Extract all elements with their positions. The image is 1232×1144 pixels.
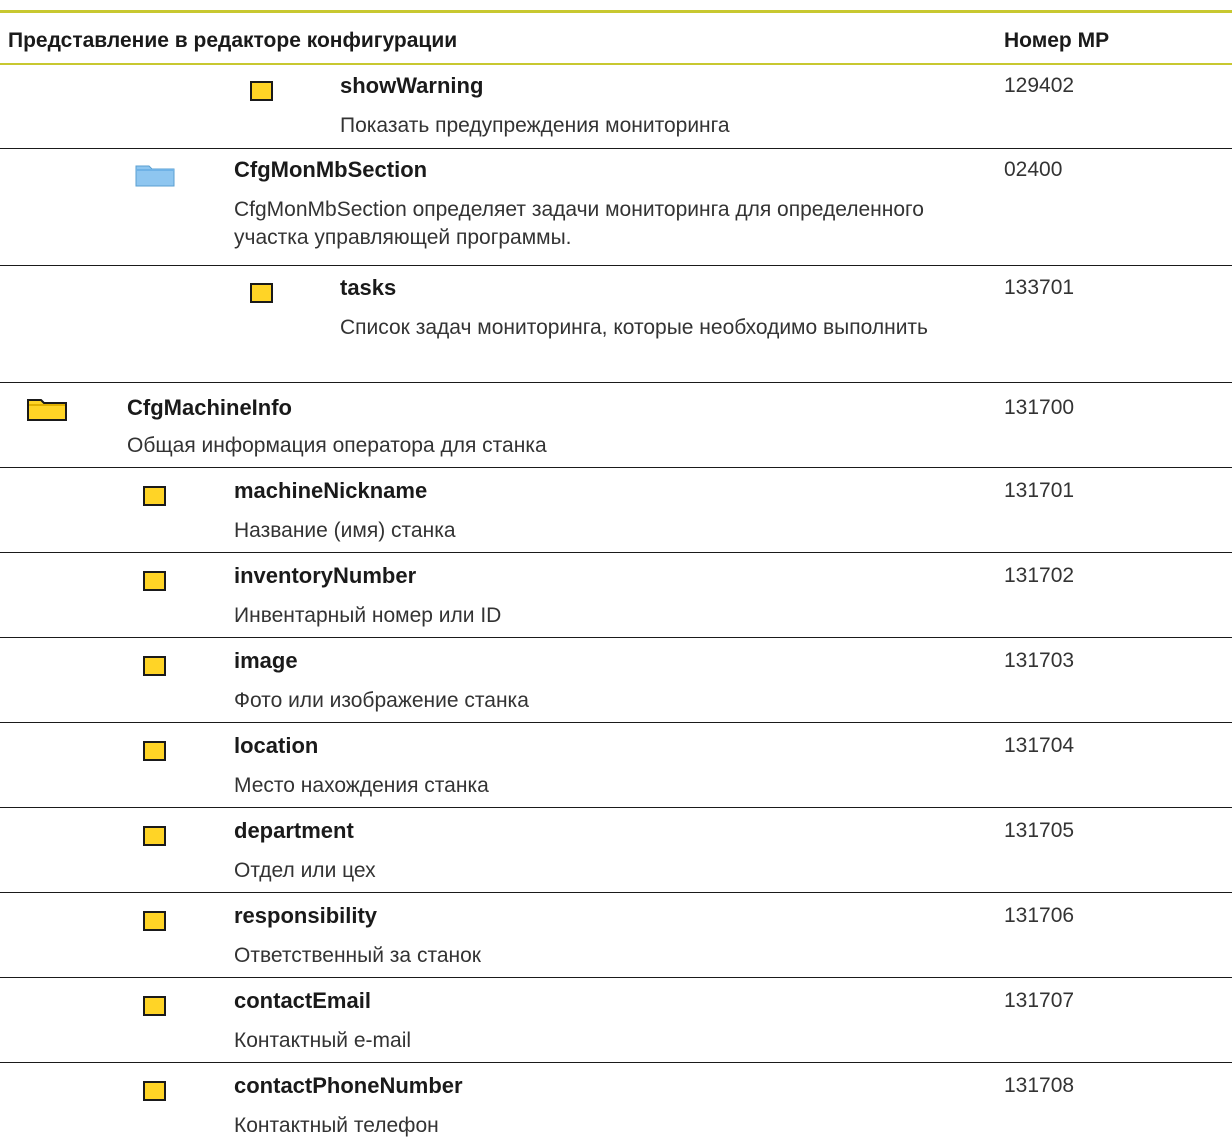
table-row: department Отдел или цех 131705 — [0, 808, 1232, 893]
column-header-view: Представление в редакторе конфигурации — [8, 29, 458, 52]
parameter-description: Контактный e-mail — [234, 1029, 412, 1052]
mp-number: 131703 — [1004, 649, 1075, 672]
parameter-icon — [143, 911, 166, 931]
table-row: inventoryNumber Инвентарный номер или ID… — [0, 553, 1232, 638]
table-header: Представление в редакторе конфигурации Н… — [0, 13, 1232, 63]
parameter-icon — [250, 81, 273, 101]
parameter-name: image — [234, 648, 298, 673]
parameter-name: contactPhoneNumber — [234, 1073, 463, 1098]
parameter-name: inventoryNumber — [234, 563, 417, 588]
parameter-icon — [143, 826, 166, 846]
parameter-icon — [143, 741, 166, 761]
table-row: machineNickname Название (имя) станка 13… — [0, 468, 1232, 553]
folder-icon — [135, 165, 175, 187]
mp-number: 131707 — [1004, 989, 1075, 1012]
mp-number: 131702 — [1004, 564, 1075, 587]
parameter-description: Контактный телефон — [234, 1114, 439, 1137]
mp-number: 131701 — [1004, 479, 1075, 502]
parameter-icon — [143, 571, 166, 591]
parameter-name: machineNickname — [234, 478, 428, 503]
section-name: CfgMonMbSection — [234, 157, 428, 182]
folder-icon — [27, 399, 67, 421]
parameter-icon — [143, 1081, 166, 1101]
parameter-icon — [143, 996, 166, 1016]
parameter-name: contactEmail — [234, 988, 371, 1013]
mp-number: 131700 — [1004, 396, 1075, 419]
section-name: CfgMachineInfo — [127, 395, 292, 420]
mp-number: 131705 — [1004, 819, 1075, 842]
table-row: tasks Список задач мониторинга, которые … — [0, 266, 1232, 383]
mp-number: 131704 — [1004, 734, 1075, 757]
parameter-description: Название (имя) станка — [234, 519, 456, 542]
mp-number: 129402 — [1004, 74, 1075, 97]
table-row: image Фото или изображение станка 131703 — [0, 638, 1232, 723]
parameter-description: Список задач мониторинга, которые необхо… — [340, 316, 928, 339]
table-row: CfgMonMbSection CfgMonMbSection определя… — [0, 149, 1232, 266]
table-row: CfgMachineInfo Общая информация оператор… — [0, 383, 1232, 468]
parameter-description: Место нахождения станка — [234, 774, 489, 797]
section-description: Общая информация оператора для станка — [127, 434, 547, 457]
mp-number: 131706 — [1004, 904, 1075, 927]
mp-number: 02400 — [1004, 158, 1063, 181]
parameter-description: Ответственный за станок — [234, 944, 481, 967]
table-row: contactEmail Контактный e-mail 131707 — [0, 978, 1232, 1063]
parameter-description: Отдел или цех — [234, 859, 376, 882]
section-description: CfgMonMbSection определяет задачи монито… — [234, 198, 924, 249]
parameter-name: location — [234, 733, 319, 758]
mp-number: 133701 — [1004, 276, 1075, 299]
parameter-description: Инвентарный номер или ID — [234, 604, 502, 627]
table-row: contactPhoneNumber Контактный телефон 13… — [0, 1063, 1232, 1144]
parameter-name: department — [234, 818, 354, 843]
parameter-description: Фото или изображение станка — [234, 689, 529, 712]
parameter-name: tasks — [340, 275, 397, 300]
parameter-name: responsibility — [234, 903, 378, 928]
table-row: showWarning Показать предупреждения мони… — [0, 65, 1232, 149]
parameter-description: Показать предупреждения мониторинга — [340, 114, 730, 137]
parameter-icon — [143, 486, 166, 506]
parameter-name: showWarning — [340, 73, 484, 98]
table-row: responsibility Ответственный за станок 1… — [0, 893, 1232, 978]
mp-number: 131708 — [1004, 1074, 1075, 1097]
parameter-icon — [250, 283, 273, 303]
parameter-icon — [143, 656, 166, 676]
table-row: location Место нахождения станка 131704 — [0, 723, 1232, 808]
column-header-mp: Номер MP — [1004, 29, 1110, 52]
